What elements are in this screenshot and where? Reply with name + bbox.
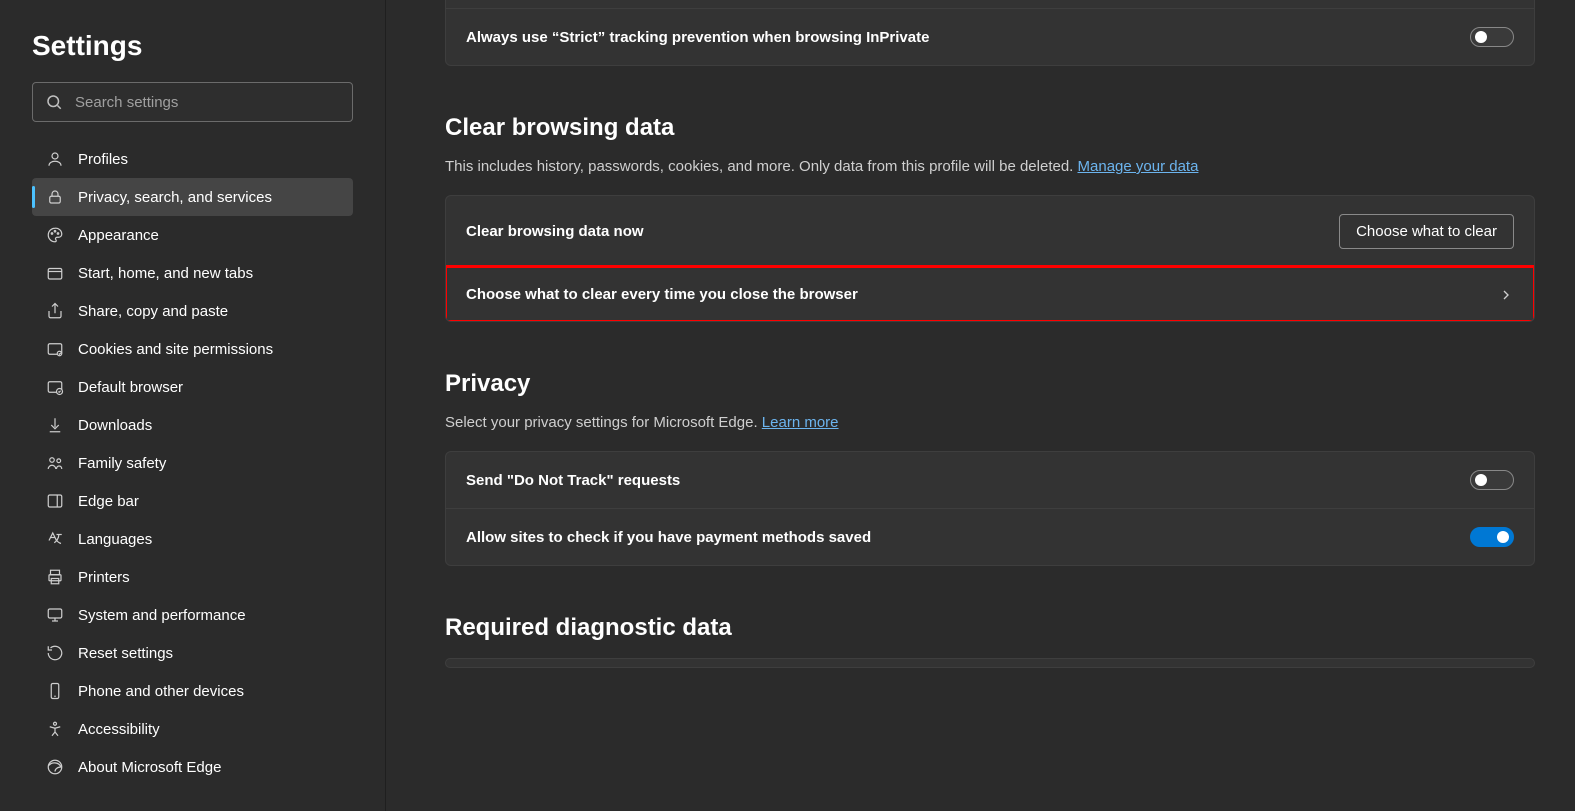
edge-icon [46,758,64,776]
sidebar-item-phone[interactable]: Phone and other devices [32,672,353,710]
palette-icon [46,226,64,244]
sidebar-item-languages[interactable]: Languages [32,520,353,558]
sidebar-item-label: Phone and other devices [78,683,244,700]
share-icon [46,302,64,320]
sidebar: Settings Profiles Privacy, search, and s… [0,0,385,811]
sidebar-item-label: About Microsoft Edge [78,759,221,776]
clear-on-close-label: Choose what to clear every time you clos… [466,286,858,303]
lock-icon [46,188,64,206]
privacy-desc: Select your privacy settings for Microso… [445,414,1535,431]
clear-browsing-heading: Clear browsing data [445,114,1535,142]
sidebar-item-cookies[interactable]: Cookies and site permissions [32,330,353,368]
sidebar-item-label: Share, copy and paste [78,303,228,320]
profile-icon [46,150,64,168]
dnt-toggle[interactable] [1470,470,1514,490]
sidebar-icon [46,492,64,510]
chevron-right-icon [1498,287,1514,303]
sidebar-item-printers[interactable]: Printers [32,558,353,596]
sidebar-item-label: Appearance [78,227,159,244]
payment-label: Allow sites to check if you have payment… [466,529,871,546]
reset-icon [46,644,64,662]
clear-now-row: Clear browsing data now Choose what to c… [446,196,1534,267]
sidebar-item-label: Profiles [78,151,128,168]
privacy-heading: Privacy [445,370,1535,398]
clear-now-label: Clear browsing data now [466,223,644,240]
content-area: Exceptions Allow all trackers on sites y… [385,0,1575,811]
sidebar-item-default-browser[interactable]: Default browser [32,368,353,406]
privacy-learn-more-link[interactable]: Learn more [762,414,839,431]
sidebar-item-downloads[interactable]: Downloads [32,406,353,444]
download-icon [46,416,64,434]
sidebar-item-start[interactable]: Start, home, and new tabs [32,254,353,292]
clear-browsing-card: Clear browsing data now Choose what to c… [445,195,1535,322]
sidebar-item-share[interactable]: Share, copy and paste [32,292,353,330]
strict-inprivate-toggle[interactable] [1470,27,1514,47]
family-icon [46,454,64,472]
browser-icon [46,378,64,396]
search-icon [45,93,63,111]
clear-browsing-desc-text: This includes history, passwords, cookie… [445,158,1078,175]
sidebar-item-about[interactable]: About Microsoft Edge [32,748,353,786]
sidebar-item-label: Family safety [78,455,166,472]
sidebar-item-label: System and performance [78,607,246,624]
sidebar-item-label: Default browser [78,379,183,396]
sidebar-item-label: Printers [78,569,130,586]
sidebar-item-appearance[interactable]: Appearance [32,216,353,254]
search-box[interactable] [32,82,353,122]
sidebar-item-label: Accessibility [78,721,160,738]
dnt-label: Send "Do Not Track" requests [466,472,680,489]
sidebar-item-edge-bar[interactable]: Edge bar [32,482,353,520]
payment-row: Allow sites to check if you have payment… [446,508,1534,565]
exceptions-row[interactable]: Exceptions Allow all trackers on sites y… [446,0,1534,8]
strict-inprivate-label: Always use “Strict” tracking prevention … [466,29,929,46]
cookie-icon [46,340,64,358]
language-icon [46,530,64,548]
sidebar-item-label: Downloads [78,417,152,434]
sidebar-item-label: Start, home, and new tabs [78,265,253,282]
dnt-row: Send "Do Not Track" requests [446,452,1534,508]
printer-icon [46,568,64,586]
sidebar-item-label: Reset settings [78,645,173,662]
sidebar-item-label: Cookies and site permissions [78,341,273,358]
page-title: Settings [32,30,353,62]
privacy-card: Send "Do Not Track" requests Allow sites… [445,451,1535,566]
sidebar-item-system[interactable]: System and performance [32,596,353,634]
clear-browsing-desc: This includes history, passwords, cookie… [445,158,1535,175]
manage-data-link[interactable]: Manage your data [1078,158,1199,175]
tabs-icon [46,264,64,282]
accessibility-icon [46,720,64,738]
sidebar-item-profiles[interactable]: Profiles [32,140,353,178]
search-input[interactable] [75,94,340,111]
sidebar-item-label: Languages [78,531,152,548]
choose-what-to-clear-button[interactable]: Choose what to clear [1339,214,1514,249]
sidebar-item-privacy[interactable]: Privacy, search, and services [32,178,353,216]
strict-inprivate-row: Always use “Strict” tracking prevention … [446,8,1534,65]
diagnostic-card [445,658,1535,668]
sidebar-item-family[interactable]: Family safety [32,444,353,482]
sidebar-item-label: Privacy, search, and services [78,189,272,206]
diagnostic-heading: Required diagnostic data [445,614,1535,642]
sidebar-nav: Profiles Privacy, search, and services A… [32,140,353,786]
clear-on-close-row[interactable]: Choose what to clear every time you clos… [446,267,1534,321]
payment-toggle[interactable] [1470,527,1514,547]
sidebar-item-label: Edge bar [78,493,139,510]
monitor-icon [46,606,64,624]
privacy-desc-text: Select your privacy settings for Microso… [445,414,762,431]
tracking-prevention-card: Exceptions Allow all trackers on sites y… [445,0,1535,66]
sidebar-item-reset[interactable]: Reset settings [32,634,353,672]
sidebar-item-accessibility[interactable]: Accessibility [32,710,353,748]
phone-icon [46,682,64,700]
